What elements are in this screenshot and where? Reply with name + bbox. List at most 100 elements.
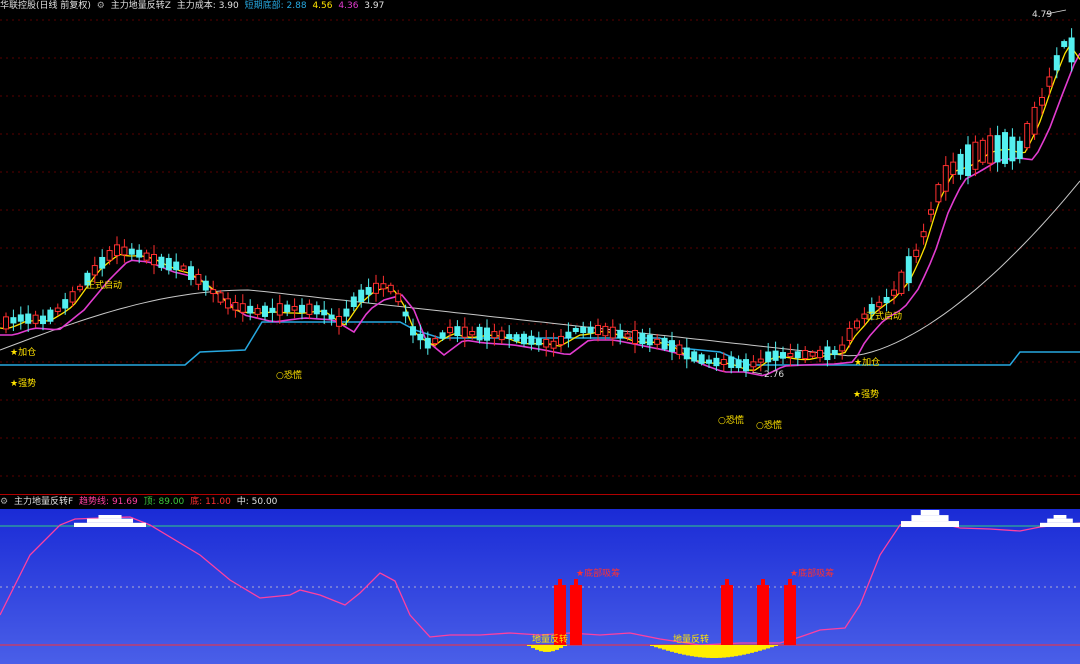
candle (32, 310, 39, 328)
candle (632, 320, 638, 354)
candle (476, 323, 483, 344)
candle (891, 281, 897, 305)
candle (128, 243, 135, 261)
candle (972, 135, 979, 177)
gear-icon[interactable]: ⚙ (97, 1, 105, 11)
candle (950, 152, 957, 184)
candle (942, 156, 949, 201)
candle (1031, 101, 1038, 140)
ma-slow-value: 3.97 (364, 1, 385, 11)
candle (691, 349, 698, 364)
panic-signal: ○恐慌 (276, 371, 302, 381)
cost-label: 主力成本: (176, 1, 216, 11)
candle (54, 303, 61, 316)
candle (284, 300, 291, 317)
panic-signal: ○恐慌 (718, 416, 744, 426)
bottom-label: 底: (190, 497, 203, 507)
candle (232, 294, 239, 318)
candle (928, 201, 934, 223)
candle (883, 288, 890, 312)
candle (484, 319, 490, 349)
candle (62, 292, 69, 315)
candle (387, 282, 394, 295)
candle (1024, 120, 1031, 151)
candle (491, 323, 498, 346)
candle (654, 333, 661, 350)
add-position-signal: ★加仓 (10, 348, 37, 358)
candle (1002, 128, 1008, 168)
candle (262, 302, 268, 321)
candle (269, 298, 276, 323)
candle (661, 336, 668, 352)
strong-signal: ★强势 (853, 390, 880, 400)
start-signal: 正式启动 (86, 281, 123, 291)
reverse-signal: 地量反转 (673, 635, 710, 645)
candle (1016, 136, 1023, 164)
candle (735, 355, 742, 372)
candle (802, 346, 809, 363)
cost-value: 3.90 (218, 1, 239, 11)
ma-mid-value: 4.36 (338, 1, 359, 11)
candle (461, 317, 468, 348)
candle (817, 345, 823, 363)
reverse-signal: 地量反转 (532, 635, 569, 645)
strong-signal: ★强势 (10, 379, 37, 389)
stock-title: 华联控股(日线 前复权) (0, 1, 91, 11)
candle (350, 292, 357, 312)
gear-icon[interactable]: ⚙ (0, 497, 8, 507)
candle (306, 299, 313, 320)
indicator-legend: ⚙ 主力地量反转F 趋势线: 91.69 顶: 89.00 底: 11.00 中… (0, 496, 280, 508)
main-price-chart[interactable] (0, 0, 1080, 495)
candle (683, 338, 690, 369)
bottom-value: 2.88 (286, 1, 307, 11)
signal-bar (570, 579, 582, 645)
ma-fast-value: 4.56 (312, 1, 333, 11)
candle (787, 343, 794, 367)
candle (1053, 47, 1060, 79)
candle (728, 351, 735, 374)
candle (99, 249, 106, 277)
candle (558, 328, 564, 353)
candle (898, 269, 905, 296)
signal-bar (784, 579, 796, 645)
top-label: 顶: (143, 497, 156, 507)
indicator-title[interactable]: 主力地量反转F (14, 497, 73, 507)
candle (254, 304, 261, 319)
high-price-label: 4.79 (1032, 10, 1053, 20)
candle (365, 278, 372, 304)
candle (521, 331, 527, 347)
accumulate-signal: ★底部吸筹 (576, 569, 621, 579)
candle (373, 274, 379, 302)
candle (313, 301, 320, 319)
candle (276, 294, 283, 324)
candle (572, 325, 579, 335)
trend-value: 91.69 (111, 497, 138, 507)
candle (114, 236, 120, 265)
candle (40, 309, 46, 331)
candle (839, 336, 846, 360)
main-legend: 华联控股(日线 前复权) ⚙ 主力地量反转Z 主力成本: 3.90 短期底部: … (0, 0, 387, 12)
candle (994, 125, 1001, 172)
low-price-label: 2.76 (764, 370, 785, 380)
bottom-label: 短期底部: (244, 1, 284, 11)
candle (920, 223, 927, 245)
trend-label: 趋势线: (79, 497, 110, 507)
candle (210, 280, 217, 303)
candle (225, 292, 231, 315)
candle (173, 253, 180, 279)
ma-mid-line (0, 52, 1080, 377)
candle (698, 352, 705, 366)
candle (25, 305, 32, 332)
candle (77, 283, 83, 293)
candle (151, 245, 157, 275)
mid-label: 中: (236, 497, 249, 507)
start-signal: 正式启动 (866, 312, 903, 322)
candle (676, 340, 683, 360)
panic-signal: ○恐慌 (756, 421, 782, 431)
candle (299, 298, 305, 320)
indicator-name[interactable]: 主力地量反转Z (111, 1, 171, 11)
candle (395, 289, 402, 306)
candle (106, 246, 113, 265)
add-position-signal: ★加仓 (854, 358, 881, 368)
bottom-value: 11.00 (205, 497, 231, 507)
